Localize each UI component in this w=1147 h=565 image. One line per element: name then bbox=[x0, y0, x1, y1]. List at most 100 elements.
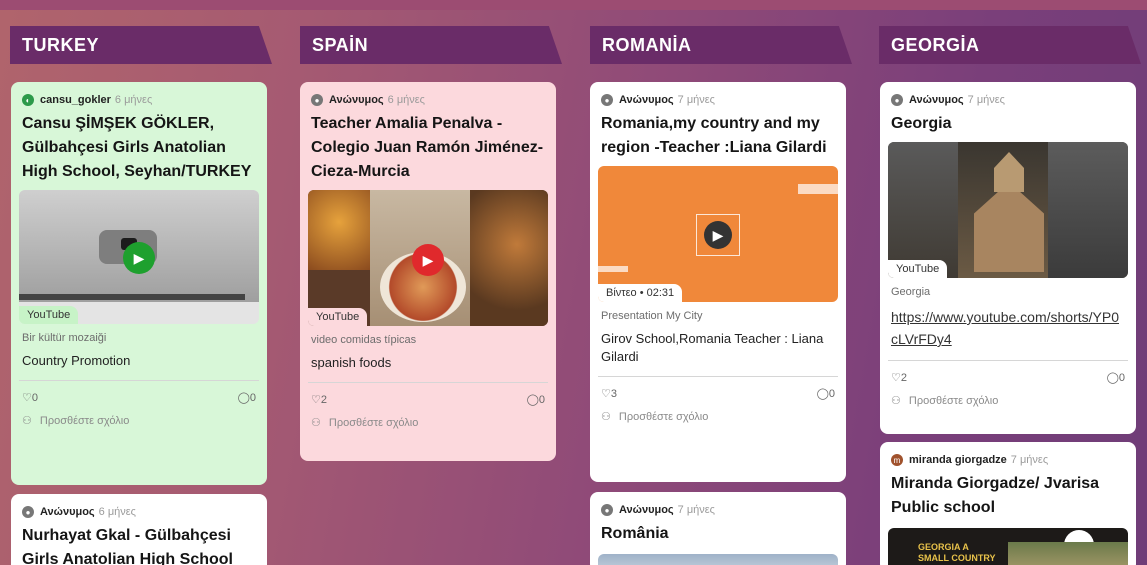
post-author: ◐ cansu_gokler 6 μήνες bbox=[19, 92, 259, 108]
right-panel-image bbox=[1048, 142, 1128, 278]
comment-count-button[interactable]: ◯0 bbox=[527, 393, 545, 406]
post-time: 6 μήνες bbox=[98, 506, 136, 518]
avatar: ● bbox=[601, 94, 613, 106]
column-turkey: TURKEY bbox=[10, 26, 272, 64]
link-subtitle: Georgia bbox=[891, 286, 931, 298]
avatar: ● bbox=[311, 94, 323, 106]
person-icon: ⚇ bbox=[311, 417, 321, 429]
post-title: Georgia bbox=[891, 115, 952, 132]
column-header[interactable]: ROMANİA bbox=[590, 26, 852, 64]
video-thumbnail[interactable]: ▶ YouTube bbox=[19, 190, 259, 324]
post-description: spanish foods bbox=[311, 355, 392, 370]
thumbnail-text: GEORGIA A SMALL COUNTRY bbox=[918, 542, 996, 563]
post-description: Girov School,Romania Teacher : Liana Gil… bbox=[601, 331, 824, 364]
play-icon[interactable]: ▶ bbox=[123, 242, 155, 274]
add-comment-label: Προσθέστε σχόλιο bbox=[908, 394, 999, 407]
add-comment-label: Προσθέστε σχόλιο bbox=[618, 410, 709, 423]
video-duration-badge: Βίντεο • 02:31 bbox=[598, 284, 683, 302]
post-description: Country Promotion bbox=[22, 353, 131, 368]
video-thumbnail[interactable]: ▶ Βίντεο • 02:31 bbox=[598, 166, 838, 302]
comment-count-button[interactable]: ◯0 bbox=[817, 387, 835, 400]
avatar: m bbox=[891, 454, 903, 466]
croquettes-image bbox=[470, 190, 548, 326]
post-image bbox=[598, 554, 838, 565]
author-name: Ανώνυμος bbox=[329, 94, 384, 106]
column-header[interactable]: GEORGİA bbox=[879, 26, 1141, 64]
heart-icon: ♡ bbox=[22, 392, 32, 404]
post-time: 7 μήνες bbox=[677, 504, 715, 516]
person-icon: ⚇ bbox=[601, 411, 611, 423]
post-card[interactable]: m miranda giorgadze 7 μήνες Miranda Gior… bbox=[880, 442, 1136, 565]
post-card[interactable]: ◐ cansu_gokler 6 μήνες Cansu ŞİMŞEK GÖKL… bbox=[11, 82, 267, 485]
add-comment-button[interactable]: ⚇ Προσθέστε σχόλιο bbox=[308, 406, 548, 430]
person-icon: ⚇ bbox=[891, 395, 901, 407]
avatar: ● bbox=[601, 504, 613, 516]
comment-icon: ◯ bbox=[816, 388, 829, 400]
author-name: Ανώνυμος bbox=[909, 94, 964, 106]
post-card[interactable]: ● Ανώνυμος 7 μήνες Romania,my country an… bbox=[590, 82, 846, 482]
add-comment-button[interactable]: ⚇ Προσθέστε σχόλιο bbox=[19, 404, 259, 428]
comment-icon: ◯ bbox=[237, 392, 250, 404]
person-icon: ⚇ bbox=[22, 415, 32, 427]
like-button[interactable]: ♡0 bbox=[22, 391, 38, 404]
reactions-row: ♡3 ◯0 bbox=[598, 377, 838, 400]
author-name: miranda giorgadze bbox=[909, 454, 1007, 466]
comment-count: 0 bbox=[249, 392, 256, 404]
reactions-row: ♡2 ◯0 bbox=[888, 361, 1128, 384]
add-comment-button[interactable]: ⚇ Προσθέστε σχόλιο bbox=[598, 400, 838, 424]
heart-icon: ♡ bbox=[311, 394, 321, 406]
post-author: ● Ανώνυμος 7 μήνες bbox=[888, 92, 1128, 108]
avatar: ● bbox=[891, 94, 903, 106]
post-title: Nurhayat Gkal - Gülbahçesi Girls Anatoli… bbox=[22, 527, 233, 565]
link-subtitle: video comidas típicas bbox=[311, 334, 417, 346]
video-thumbnail[interactable]: YouTube bbox=[888, 142, 1128, 278]
column-header[interactable]: SPAİN bbox=[300, 26, 562, 64]
avatar: ◐ bbox=[22, 94, 34, 106]
reactions-row: ♡2 ◯0 bbox=[308, 383, 548, 406]
like-button[interactable]: ♡2 bbox=[311, 393, 327, 406]
comment-count: 0 bbox=[538, 394, 545, 406]
post-title: Romania,my country and my region -Teache… bbox=[601, 115, 827, 156]
column-header[interactable]: TURKEY bbox=[10, 26, 272, 64]
post-title: Teacher Amalia Penalva - Colegio Juan Ra… bbox=[311, 115, 544, 180]
add-comment-button[interactable]: ⚇ Προσθέστε σχόλιο bbox=[888, 384, 1128, 408]
play-icon[interactable]: ▶ bbox=[412, 244, 444, 276]
like-count: 0 bbox=[31, 392, 38, 404]
post-time: 6 μήνες bbox=[387, 94, 425, 106]
decor-shape bbox=[798, 184, 838, 194]
board-top-strip bbox=[0, 0, 1147, 10]
add-comment-label: Προσθέστε σχόλιο bbox=[328, 416, 419, 429]
like-button[interactable]: ♡2 bbox=[891, 371, 907, 384]
source-badge: YouTube bbox=[888, 260, 948, 278]
decor-shape bbox=[598, 266, 628, 272]
source-badge: YouTube bbox=[19, 306, 79, 324]
video-thumbnail[interactable]: ▶ YouTube bbox=[308, 190, 548, 326]
video-progress-bar bbox=[19, 294, 245, 300]
post-time: 6 μήνες bbox=[114, 94, 153, 106]
heart-icon: ♡ bbox=[601, 388, 611, 400]
post-card[interactable]: ● Ανώνυμος 7 μήνες Georgia YouTube Georg… bbox=[880, 82, 1136, 434]
church-image bbox=[974, 182, 1044, 272]
post-card[interactable]: ● Ανώνυμος 6 μήνες Nurhayat Gkal - Gülba… bbox=[11, 494, 267, 565]
source-badge: YouTube bbox=[308, 308, 368, 326]
post-time: 7 μήνες bbox=[1010, 454, 1049, 466]
post-time: 7 μήνες bbox=[967, 94, 1005, 106]
left-panel-image bbox=[888, 142, 958, 278]
post-author: ● Ανώνυμος 7 μήνες bbox=[598, 502, 838, 518]
post-author: ● Ανώνυμος 7 μήνες bbox=[598, 92, 838, 108]
comment-icon: ◯ bbox=[1106, 372, 1119, 384]
post-card[interactable]: ● Ανώνυμος 6 μήνες Teacher Amalia Penalv… bbox=[300, 82, 556, 461]
author-name: cansu_gokler bbox=[40, 94, 111, 106]
like-button[interactable]: ♡3 bbox=[601, 387, 617, 400]
post-title: Miranda Giorgadze/ Jvarisa Public school bbox=[891, 475, 1100, 516]
play-icon[interactable]: ▶ bbox=[704, 221, 732, 249]
post-link[interactable]: https://www.youtube.com/shorts/YP0cLVrFD… bbox=[888, 298, 1128, 350]
video-thumbnail[interactable]: GEORGIA A SMALL COUNTRY bbox=[888, 528, 1128, 565]
post-author: ● Ανώνυμος 6 μήνες bbox=[19, 504, 259, 520]
post-card[interactable]: ● Ανώνυμος 7 μήνες România bbox=[590, 492, 846, 565]
comment-count-button[interactable]: ◯0 bbox=[238, 391, 256, 404]
comment-count-button[interactable]: ◯0 bbox=[1107, 371, 1125, 384]
post-title: România bbox=[601, 525, 669, 542]
author-name: Ανώνυμος bbox=[619, 504, 674, 516]
like-count: 2 bbox=[900, 372, 907, 384]
